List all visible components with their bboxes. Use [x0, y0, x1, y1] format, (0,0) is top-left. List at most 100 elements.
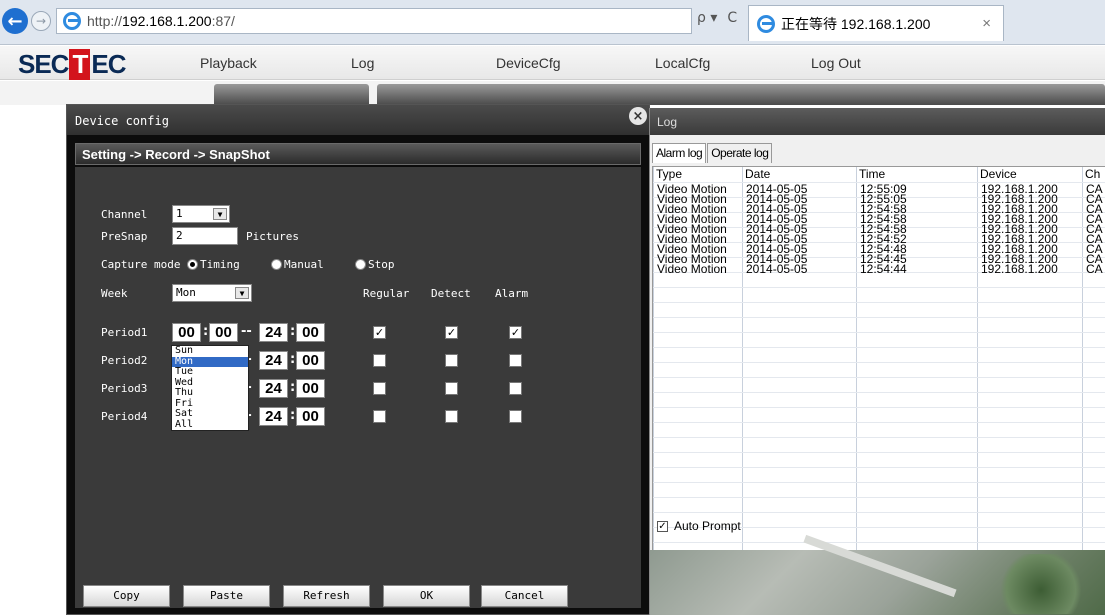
week-option[interactable]: Tue — [172, 367, 248, 378]
close-tab-icon[interactable]: × — [982, 15, 991, 32]
presnap-input[interactable]: 2 — [172, 227, 238, 245]
chevron-down-icon[interactable]: ▼ — [235, 287, 249, 299]
capture-mode-timing[interactable]: Timing — [200, 258, 240, 271]
cancel-button[interactable]: Cancel — [481, 585, 568, 607]
alarm-checkbox[interactable] — [509, 410, 522, 423]
week-option[interactable]: Sat — [172, 409, 248, 420]
row-gridline — [653, 542, 1105, 543]
end-minute-input[interactable]: 00 — [296, 379, 325, 398]
menu-localcfg[interactable]: LocalCfg — [655, 55, 710, 71]
week-select[interactable]: Mon ▼ — [172, 284, 252, 302]
regular-checkbox[interactable] — [373, 410, 386, 423]
end-minute-input[interactable]: 00 — [296, 351, 325, 370]
channel-select[interactable]: 1 ▼ — [172, 205, 230, 223]
row-gridline — [653, 482, 1105, 483]
refresh-button[interactable]: Refresh — [283, 585, 370, 607]
start-hour-input[interactable]: 00 — [172, 323, 201, 342]
log-cell[interactable]: 192.168.1.200 — [977, 263, 1058, 275]
detect-checkbox[interactable] — [445, 410, 458, 423]
end-hour-input[interactable]: 24 — [259, 379, 288, 398]
address-tools: ρ ▾ C — [697, 10, 737, 26]
sub-toolbar — [0, 81, 1105, 105]
address-bar[interactable]: http://192.168.1.200:87/ — [56, 8, 692, 34]
row-gridline — [653, 407, 1105, 408]
dialog-title: Device config — [75, 114, 169, 128]
detect-checkbox[interactable]: ✓ — [445, 326, 458, 339]
end-hour-input[interactable]: 24 — [259, 407, 288, 426]
menu-playback[interactable]: Playback — [200, 55, 257, 71]
chevron-down-icon[interactable]: ▼ — [213, 208, 227, 220]
regular-checkbox[interactable] — [373, 382, 386, 395]
ie-logo-icon — [63, 12, 81, 30]
tab-operate-log[interactable]: Operate log — [707, 143, 773, 163]
capture-mode-stop[interactable]: Stop — [368, 258, 395, 271]
paste-button[interactable]: Paste — [183, 585, 270, 607]
regular-checkbox[interactable]: ✓ — [373, 326, 386, 339]
alarm-checkbox[interactable]: ✓ — [509, 326, 522, 339]
end-minute-input[interactable]: 00 — [296, 323, 325, 342]
time-separator: : — [290, 324, 296, 339]
menu-devicecfg[interactable]: DeviceCfg — [496, 55, 561, 71]
search-icon[interactable]: ρ ▾ — [697, 10, 717, 26]
end-hour-input[interactable]: 24 — [259, 323, 288, 342]
column-regular: Regular — [363, 287, 410, 300]
row-gridline — [653, 497, 1105, 498]
radio-stop[interactable] — [355, 259, 366, 270]
end-hour-input[interactable]: 24 — [259, 351, 288, 370]
menu-logout[interactable]: Log Out — [811, 55, 861, 71]
browser-tab[interactable]: 正在等待 192.168.1.200 × — [748, 5, 1004, 41]
forward-arrow-icon[interactable]: → — [31, 11, 51, 31]
dialog-titlebar[interactable]: Device config — [67, 105, 649, 135]
detect-checkbox[interactable] — [445, 382, 458, 395]
log-column-header[interactable]: Type — [653, 167, 682, 182]
tab-title: 正在等待 192.168.1.200 — [781, 15, 931, 32]
week-option[interactable]: Sun — [172, 346, 248, 357]
back-arrow-icon[interactable]: ← — [2, 8, 28, 34]
time-separator: : — [290, 380, 296, 395]
log-column-header[interactable]: Ch — [1082, 167, 1100, 182]
start-minute-input[interactable]: 00 — [209, 323, 238, 342]
week-label: Week — [101, 287, 128, 300]
log-tabs: Alarm log Operate log — [652, 143, 773, 163]
alarm-checkbox[interactable] — [509, 354, 522, 367]
log-cell[interactable]: 12:54:44 — [856, 263, 907, 275]
log-cell[interactable]: CA — [1082, 263, 1103, 275]
week-option[interactable]: All — [172, 419, 248, 431]
url-scheme: http:// — [87, 13, 123, 29]
end-minute-input[interactable]: 00 — [296, 407, 325, 426]
row-gridline — [653, 362, 1105, 363]
detect-checkbox[interactable] — [445, 354, 458, 367]
video-preview[interactable] — [650, 534, 1105, 615]
column-alarm: Alarm — [495, 287, 529, 300]
subtab-right[interactable] — [377, 84, 1105, 105]
log-cell[interactable]: 2014-05-05 — [742, 263, 807, 275]
tab-alarm-log[interactable]: Alarm log — [652, 143, 707, 163]
settings-panel: Channel 1 ▼ PreSnap 2 Pictures Capture m… — [75, 167, 641, 608]
ok-button[interactable]: OK — [383, 585, 470, 607]
time-separator: : — [203, 324, 209, 339]
alarm-checkbox[interactable] — [509, 382, 522, 395]
radio-manual[interactable] — [271, 259, 282, 270]
menu-log[interactable]: Log — [351, 55, 374, 71]
auto-prompt-checkbox[interactable]: ✓ — [657, 520, 668, 532]
row-gridline — [653, 452, 1105, 453]
log-column-header[interactable]: Device — [977, 167, 1017, 182]
capture-mode-label: Capture mode — [101, 258, 181, 271]
capture-mode-manual[interactable]: Manual — [284, 258, 324, 271]
auto-prompt-toggle[interactable]: ✓ Auto Prompt — [657, 519, 741, 533]
log-titlebar[interactable]: Log — [650, 108, 1105, 135]
log-window: Log Alarm log Operate log Type Date Time De… — [649, 108, 1105, 615]
week-option[interactable]: Thu — [172, 388, 248, 399]
close-icon[interactable]: × — [629, 107, 647, 125]
row-gridline — [653, 332, 1105, 333]
copy-button[interactable]: Copy — [83, 585, 170, 607]
radio-timing[interactable] — [187, 259, 198, 270]
regular-checkbox[interactable] — [373, 354, 386, 367]
log-cell[interactable]: Video Motion — [653, 263, 727, 275]
log-column-header[interactable]: Date — [742, 167, 770, 182]
log-column-header[interactable]: Time — [856, 167, 885, 182]
period-label: Period3 — [101, 382, 148, 395]
subtab-left[interactable] — [214, 84, 369, 105]
refresh-icon[interactable]: C — [727, 10, 737, 26]
app-header: SEC T EC Playback Log DeviceCfg LocalCfg L… — [0, 46, 1105, 80]
